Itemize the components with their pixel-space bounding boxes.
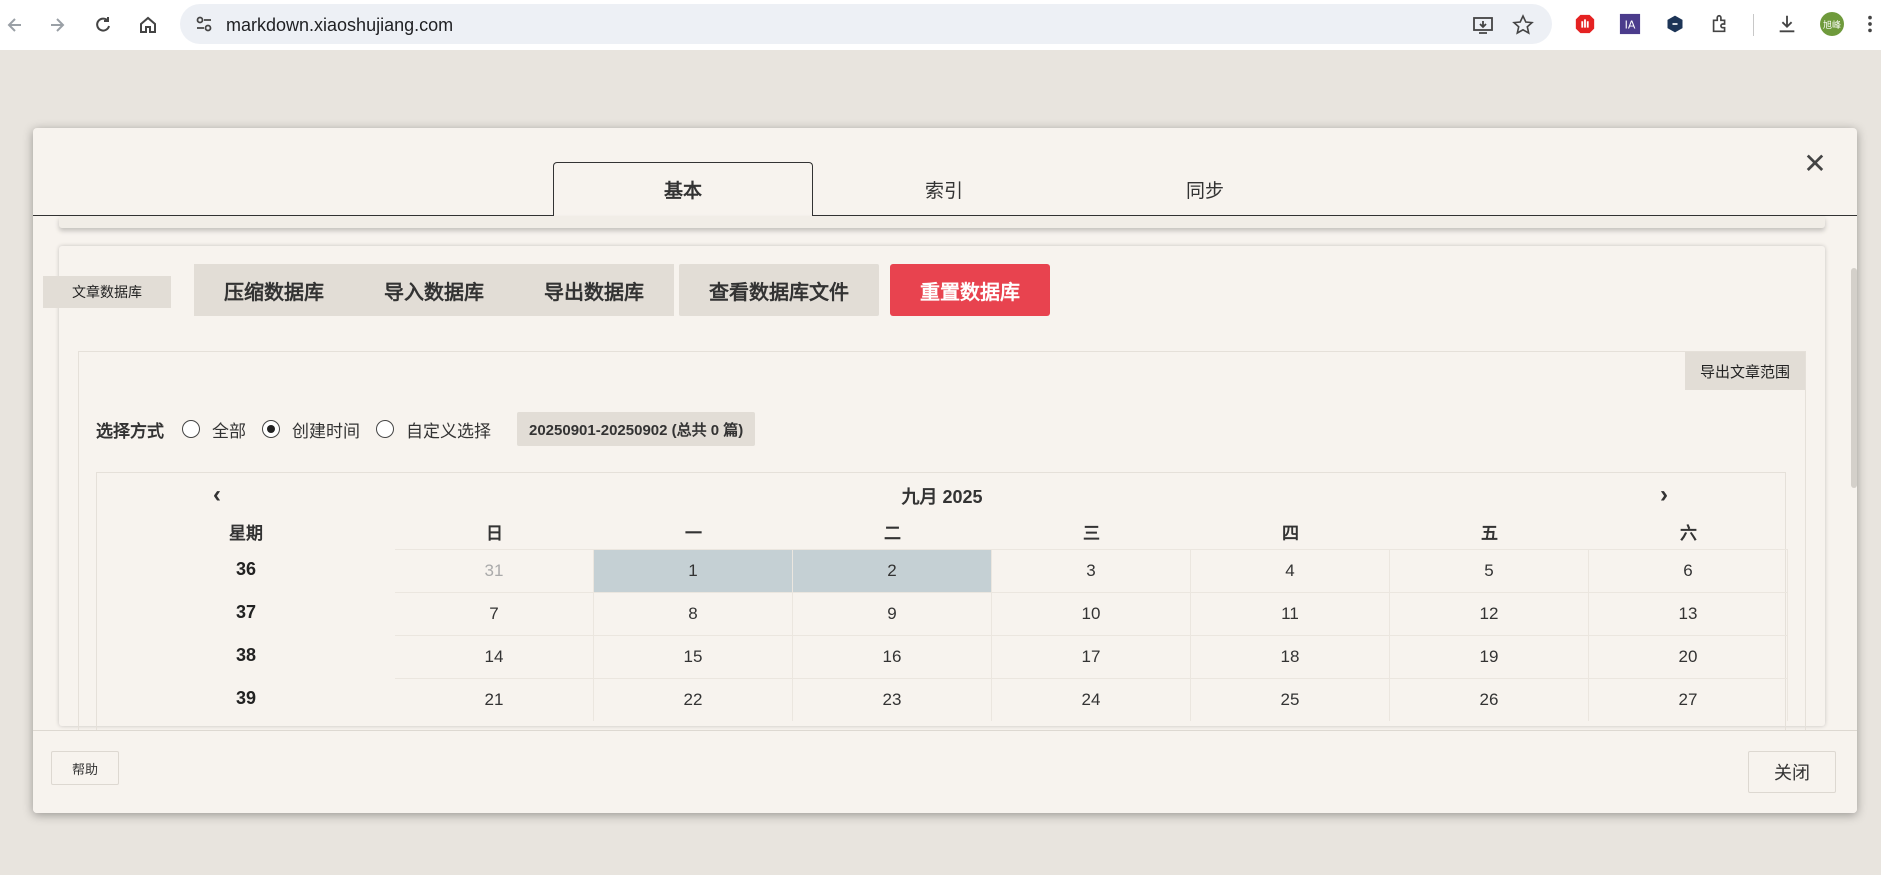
import-database-button[interactable]: 导入数据库 xyxy=(354,264,514,316)
calendar-day-cell[interactable]: 5 xyxy=(1390,549,1589,592)
hex-extension-icon[interactable] xyxy=(1663,12,1687,36)
calendar-day-cell[interactable]: 26 xyxy=(1390,678,1589,721)
day-header-thu: 四 xyxy=(1282,524,1299,543)
week-number: 39 xyxy=(235,688,257,708)
week-number: 38 xyxy=(235,645,257,665)
export-database-button[interactable]: 导出数据库 xyxy=(514,264,674,316)
dialog-tab-bar: 基本 索引 同步 ✕ xyxy=(33,128,1857,217)
database-label: 文章数据库 xyxy=(43,276,171,308)
scrollbar-thumb[interactable] xyxy=(1851,268,1857,488)
radio-created-time-label[interactable]: 创建时间 xyxy=(292,417,360,442)
browser-toolbar: markdown.xiaoshujiang.com IA 旭峰 xyxy=(0,0,1881,50)
calendar-day-cell[interactable]: 22 xyxy=(594,678,793,721)
dialog-footer: 帮助 关闭 xyxy=(33,730,1857,813)
settings-dialog: 基本 索引 同步 ✕ 文章数据库 压缩数据库 导入数据库 导出数据库 查看数据库… xyxy=(33,128,1857,813)
calendar-day-cell[interactable]: 18 xyxy=(1191,635,1390,678)
calendar-day-cell[interactable]: 9 xyxy=(793,592,992,635)
week-number: 36 xyxy=(235,559,257,579)
compress-database-button[interactable]: 压缩数据库 xyxy=(194,264,354,316)
ia-extension-icon[interactable]: IA xyxy=(1618,12,1642,36)
radio-all[interactable] xyxy=(182,420,200,438)
profile-avatar[interactable]: 旭峰 xyxy=(1820,12,1844,36)
calendar-day-cell[interactable]: 21 xyxy=(395,678,594,721)
calendar-day-cell[interactable]: 1 xyxy=(594,549,793,592)
view-database-file-button[interactable]: 查看数据库文件 xyxy=(679,264,879,316)
day-header-mon: 一 xyxy=(685,524,702,543)
more-menu-icon[interactable] xyxy=(1864,12,1876,36)
calendar-month-title: 九月 2025 xyxy=(901,487,983,507)
week-column-header: 星期 xyxy=(229,524,263,543)
close-button[interactable]: 关闭 xyxy=(1748,751,1836,793)
site-settings-icon[interactable] xyxy=(194,14,214,34)
calendar-day-cell[interactable]: 23 xyxy=(793,678,992,721)
calendar-day-cell[interactable]: 31 xyxy=(395,549,594,592)
toolbar-divider xyxy=(1753,14,1754,36)
day-header-tue: 二 xyxy=(884,524,901,543)
install-app-icon[interactable] xyxy=(1472,14,1494,36)
calendar-day-cell[interactable]: 24 xyxy=(992,678,1191,721)
forward-icon[interactable] xyxy=(42,10,72,40)
calendar-day-cell[interactable]: 12 xyxy=(1390,592,1589,635)
adblock-extension-icon[interactable] xyxy=(1573,12,1597,36)
calendar-day-cell[interactable]: 4 xyxy=(1191,549,1390,592)
day-header-sat: 六 xyxy=(1680,524,1697,543)
day-header-fri: 五 xyxy=(1481,524,1498,543)
radio-custom[interactable] xyxy=(376,420,394,438)
tab-index[interactable]: 索引 xyxy=(814,162,1074,216)
selection-mode-label: 选择方式 xyxy=(96,421,164,441)
radio-all-label[interactable]: 全部 xyxy=(212,417,246,442)
reset-database-button[interactable]: 重置数据库 xyxy=(890,264,1050,316)
reload-icon[interactable] xyxy=(88,10,118,40)
calendar-day-cell[interactable]: 20 xyxy=(1589,635,1788,678)
calendar-day-cell[interactable]: 13 xyxy=(1589,592,1788,635)
export-range-panel: 导出文章范围 选择方式 全部 创建时间 自定义选择 20250901-20250… xyxy=(78,351,1806,752)
calendar-day-cell[interactable]: 17 xyxy=(992,635,1191,678)
calendar-day-cell[interactable]: 11 xyxy=(1191,592,1390,635)
calendar-day-cell[interactable]: 14 xyxy=(395,635,594,678)
calendar-day-cell[interactable]: 25 xyxy=(1191,678,1390,721)
export-range-title: 导出文章范围 xyxy=(1685,352,1805,390)
database-section: 文章数据库 压缩数据库 导入数据库 导出数据库 查看数据库文件 重置数据库 导出… xyxy=(43,246,1825,752)
calendar-day-cell[interactable]: 10 xyxy=(992,592,1191,635)
bookmark-star-icon[interactable] xyxy=(1512,14,1534,36)
calendar-day-cell[interactable]: 19 xyxy=(1390,635,1589,678)
url-text[interactable]: markdown.xiaoshujiang.com xyxy=(226,15,453,36)
calendar-day-cell[interactable]: 16 xyxy=(793,635,992,678)
close-icon[interactable]: ✕ xyxy=(1803,150,1827,178)
radio-created-time[interactable] xyxy=(262,420,280,438)
next-month-button[interactable]: › xyxy=(1654,481,1674,509)
database-button-group: 压缩数据库 导入数据库 导出数据库 xyxy=(194,264,674,316)
calendar: ‹ 九月 2025 › 星期 日 一 二 三 四 五 六 36 31 1 2 3 4 5 6 3… xyxy=(96,472,1788,752)
calendar-day-cell[interactable]: 3 xyxy=(992,549,1191,592)
downloads-icon[interactable] xyxy=(1775,12,1799,36)
day-header-sun: 日 xyxy=(486,524,503,543)
extensions-puzzle-icon[interactable] xyxy=(1708,12,1732,36)
tab-basic[interactable]: 基本 xyxy=(553,162,813,217)
calendar-day-cell[interactable]: 8 xyxy=(594,592,793,635)
selection-mode-row: 选择方式 全部 创建时间 自定义选择 20250901-20250902 (总共… xyxy=(96,412,756,446)
tab-sync[interactable]: 同步 xyxy=(1075,162,1335,216)
help-button[interactable]: 帮助 xyxy=(51,751,119,785)
calendar-day-cell[interactable]: 15 xyxy=(594,635,793,678)
home-icon[interactable] xyxy=(133,10,163,40)
svg-text:IA: IA xyxy=(1625,19,1636,32)
previous-section-edge xyxy=(59,216,1825,228)
address-bar[interactable]: markdown.xiaoshujiang.com xyxy=(180,4,1552,44)
calendar-day-cell[interactable]: 2 xyxy=(793,549,992,592)
day-header-wed: 三 xyxy=(1083,524,1100,543)
back-icon[interactable] xyxy=(0,10,30,40)
calendar-day-cell[interactable]: 7 xyxy=(395,592,594,635)
date-range-badge: 20250901-20250902 (总共 0 篇) xyxy=(517,412,756,446)
calendar-day-cell[interactable]: 27 xyxy=(1589,678,1788,721)
week-number: 37 xyxy=(235,602,257,622)
radio-custom-label[interactable]: 自定义选择 xyxy=(406,417,491,442)
calendar-day-cell[interactable]: 6 xyxy=(1589,549,1788,592)
